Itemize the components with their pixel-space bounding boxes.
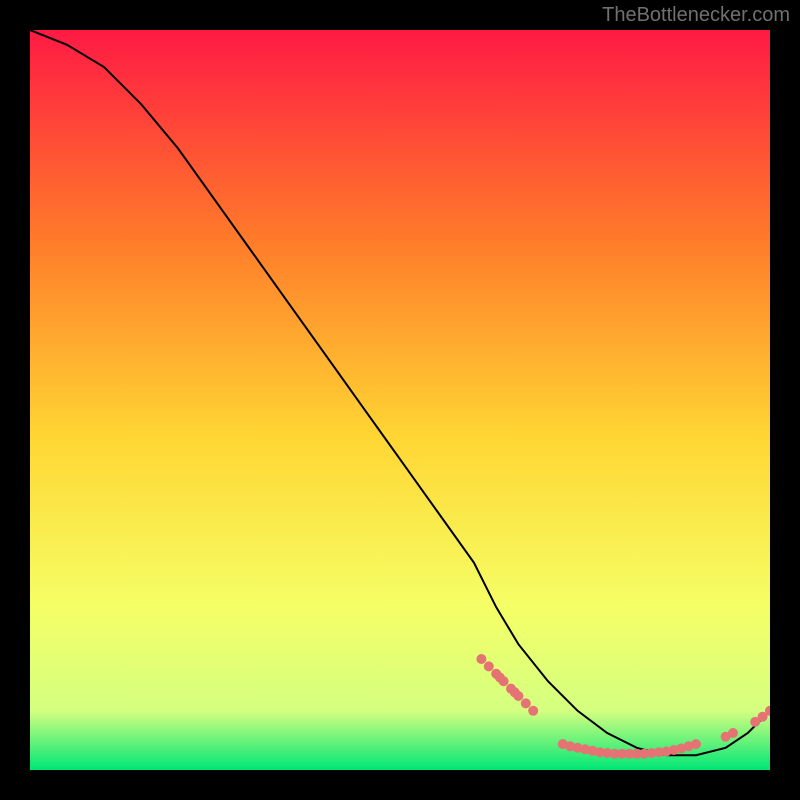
data-point: [521, 698, 531, 708]
data-point: [495, 673, 505, 683]
gradient-background: [30, 30, 770, 770]
data-point: [691, 739, 701, 749]
data-point: [484, 661, 494, 671]
data-point: [728, 728, 738, 738]
data-point: [510, 687, 520, 697]
watermark-text: TheBottlenecker.com: [602, 4, 790, 27]
chart-plot-area: [30, 30, 770, 770]
data-point: [528, 706, 538, 716]
data-point: [476, 654, 486, 664]
chart-svg: [30, 30, 770, 770]
